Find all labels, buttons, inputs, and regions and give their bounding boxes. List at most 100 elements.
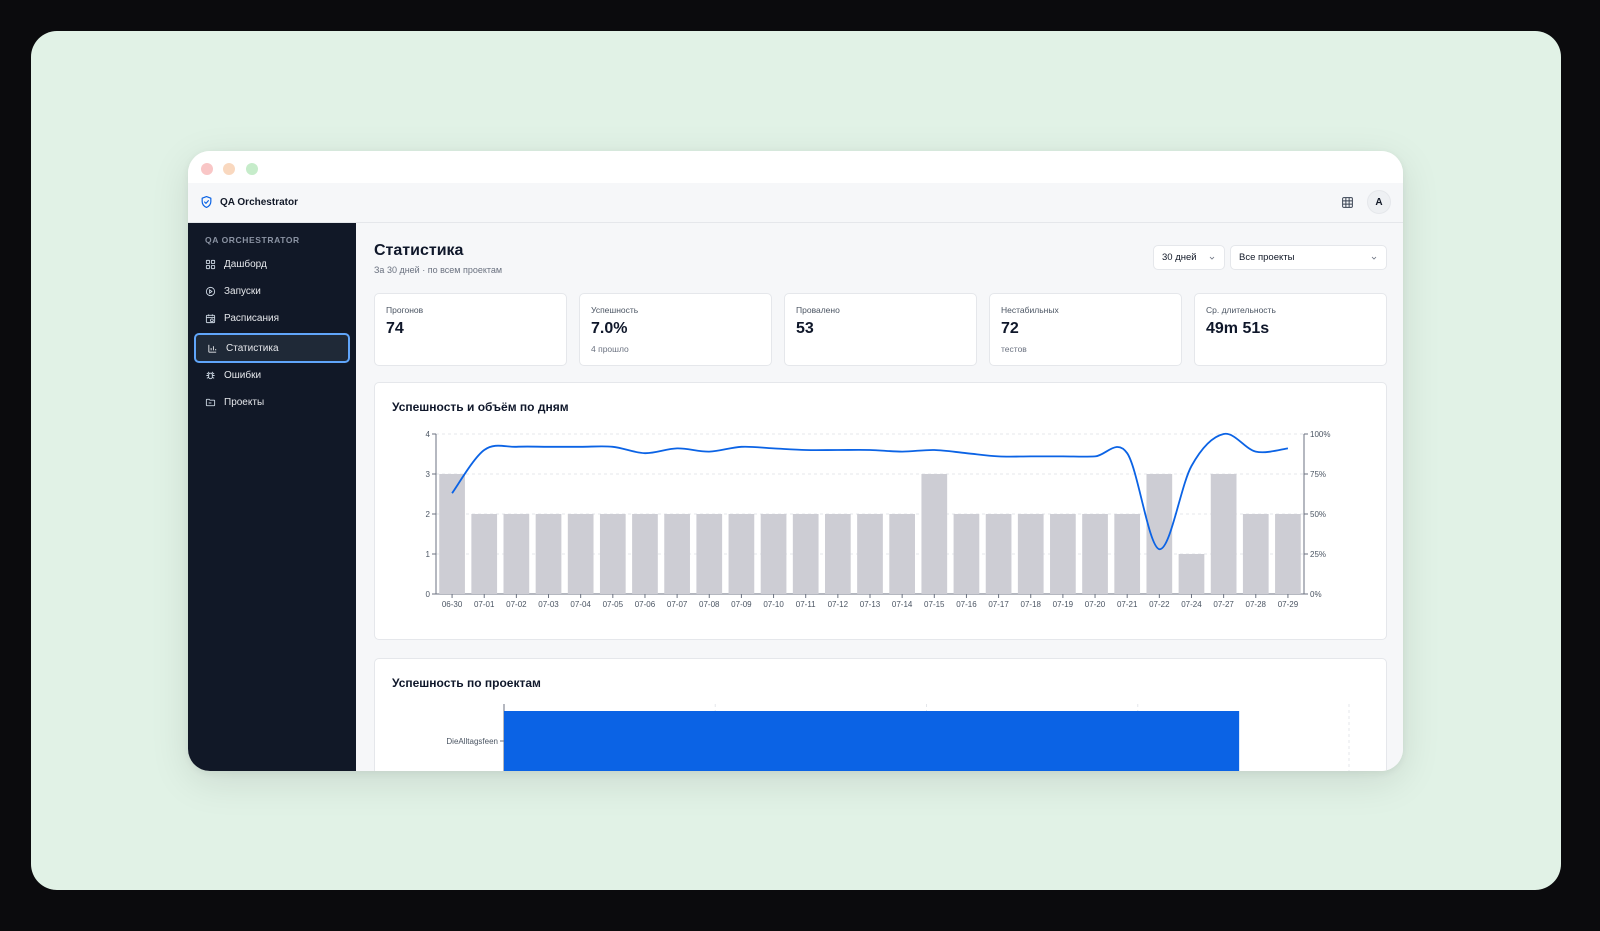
sidebar-item-label: Запуски — [224, 285, 261, 297]
panel-title: Успешность по проектам — [392, 676, 541, 690]
sidebar-heading: QA ORCHESTRATOR — [205, 235, 300, 245]
sidebar-item-dashboard[interactable]: Дашборд — [194, 252, 350, 276]
bar — [857, 514, 883, 594]
bar — [1017, 514, 1044, 594]
folder-icon — [205, 398, 216, 406]
sidebar-item-runs[interactable]: Запуски — [194, 279, 350, 303]
x-tick-label: 07-16 — [956, 600, 977, 609]
bar — [824, 514, 851, 594]
x-tick-label: 07-15 — [924, 600, 945, 609]
kpi-sub: тестов — [1001, 344, 1027, 354]
period-select-value: 30 дней — [1162, 252, 1197, 263]
bar — [535, 514, 562, 594]
sidebar-item-errors[interactable]: Ошибки — [194, 363, 350, 387]
calendar-clock-icon — [205, 313, 216, 323]
project-select[interactable]: Все проекты — [1230, 245, 1387, 270]
kpi-card-avg-duration: Ср. длительность 49m 51s — [1194, 293, 1387, 366]
app-window: QA Orchestrator A QA ORCHESTRATOR Дашбор… — [188, 151, 1403, 771]
x-tick-label: 07-19 — [1053, 600, 1074, 609]
period-select[interactable]: 30 дней — [1153, 245, 1225, 270]
daily-chart: 0 1 2 3 4 0% 25% 50% 75% 100% 06-30 07-01 07-02 07-03… — [426, 430, 1331, 609]
window-titlebar — [188, 151, 1403, 183]
bar — [1242, 514, 1269, 594]
bar-chart-icon — [208, 344, 217, 353]
bar — [889, 514, 916, 594]
x-tick-label: 07-12 — [828, 600, 849, 609]
kpi-label: Провалено — [796, 305, 840, 315]
x-tick-label: 07-05 — [603, 600, 624, 609]
project-bar — [504, 711, 1240, 771]
x-tick-label: 07-27 — [1213, 600, 1234, 609]
window-zoom-dot[interactable] — [246, 163, 258, 175]
sidebar-item-label: Ошибки — [224, 369, 262, 381]
sidebar-item-label: Расписания — [224, 312, 279, 324]
bar — [664, 514, 690, 594]
sidebar-item-statistics[interactable]: Статистика — [194, 333, 350, 363]
brand[interactable]: QA Orchestrator — [200, 195, 298, 209]
x-tick-label: 06-30 — [442, 600, 463, 609]
bar — [760, 514, 787, 594]
y-tick-label: 2 — [426, 510, 431, 519]
kpi-label: Успешность — [591, 305, 639, 315]
sidebar-item-label: Дашборд — [224, 258, 267, 270]
grid-icon — [1341, 196, 1353, 208]
bar — [1275, 514, 1301, 594]
bar — [1178, 554, 1205, 594]
sidebar-item-label: Статистика — [226, 342, 279, 354]
page-subtitle: За 30 дней · по всем проектам — [374, 265, 503, 275]
x-tick-label: 07-14 — [892, 600, 913, 609]
sidebar-item-schedules[interactable]: Расписания — [194, 306, 350, 330]
bar — [921, 474, 948, 594]
x-tick-label: 07-22 — [1149, 600, 1170, 609]
kpi-sub: 4 прошло — [591, 344, 629, 354]
x-tick-label: 07-13 — [860, 600, 881, 609]
daily-success-panel: 0 1 2 3 4 0% 25% 50% 75% 100% 06-30 07-01 07-02 07-03… — [374, 382, 1387, 640]
filters: 30 дней Все проекты — [1153, 245, 1387, 270]
shield-icon — [201, 195, 212, 209]
apps-grid-button[interactable] — [1339, 194, 1355, 210]
kpi-card-runs: Прогонов 74 — [374, 293, 567, 366]
x-tick-label: 07-24 — [1181, 600, 1202, 609]
main-content: Статистика За 30 дней · по всем проектам… — [356, 223, 1403, 771]
kpi-card-failed: Провалено 53 — [784, 293, 977, 366]
kpi-value: 49m 51s — [1206, 320, 1270, 337]
bar — [1082, 514, 1108, 594]
chevron-down-icon — [1371, 256, 1377, 260]
project-label: DieAlltagsfeen — [446, 737, 498, 746]
project-select-value: Все проекты — [1239, 252, 1295, 263]
bug-icon — [206, 371, 215, 379]
bar — [1210, 474, 1237, 594]
sidebar-item-projects[interactable]: Проекты — [194, 390, 350, 414]
y2-tick-label: 25% — [1310, 550, 1326, 559]
window-close-dot[interactable] — [201, 163, 213, 175]
x-tick-label: 07-07 — [667, 600, 688, 609]
bar — [728, 514, 755, 594]
bar — [1114, 514, 1141, 594]
y-tick-label: 4 — [426, 430, 431, 439]
dashboard-icon — [205, 259, 216, 269]
x-tick-label: 07-17 — [988, 600, 1009, 609]
bar — [599, 514, 626, 594]
kpi-label: Ср. длительность — [1206, 305, 1276, 315]
x-tick-label: 07-29 — [1278, 600, 1299, 609]
x-tick-label: 07-01 — [474, 600, 495, 609]
sidebar-item-label: Проекты — [224, 396, 265, 408]
x-tick-label: 07-02 — [506, 600, 527, 609]
x-tick-label: 07-06 — [635, 600, 656, 609]
x-tick-label: 07-09 — [731, 600, 752, 609]
bar — [471, 514, 498, 594]
bar — [985, 514, 1012, 594]
avatar[interactable]: A — [1367, 190, 1391, 214]
y2-tick-label: 50% — [1310, 510, 1326, 519]
window-minimize-dot[interactable] — [223, 163, 235, 175]
x-tick-label: 07-21 — [1117, 600, 1138, 609]
y2-tick-label: 75% — [1310, 470, 1326, 479]
kpi-card-success-rate: Успешность 7.0% 4 прошло — [579, 293, 772, 366]
kpi-label: Прогонов — [386, 305, 424, 315]
x-tick-label: 07-08 — [699, 600, 720, 609]
kpi-row: Прогонов 74 Успешность 7.0% 4 прошло Про… — [374, 293, 1387, 366]
y2-tick-label: 0% — [1310, 590, 1322, 599]
x-tick-label: 07-20 — [1085, 600, 1106, 609]
play-circle-icon — [205, 286, 216, 296]
page-title: Статистика — [374, 242, 464, 259]
